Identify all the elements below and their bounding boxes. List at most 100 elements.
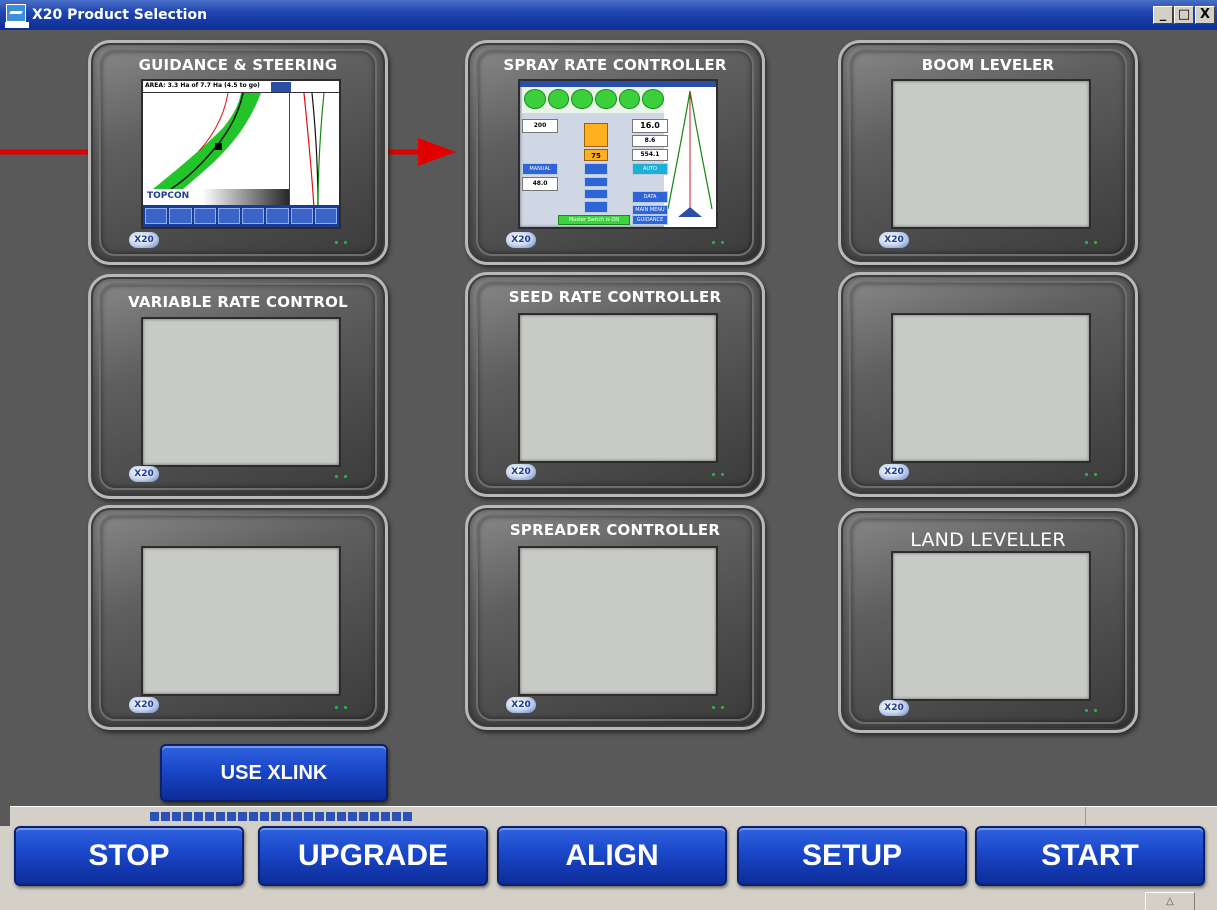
title-bar: X20 Product Selection _ □ X bbox=[0, 0, 1217, 30]
x20-badge: X20 bbox=[129, 466, 159, 482]
status-leds bbox=[712, 706, 724, 709]
progress-segment bbox=[260, 812, 269, 821]
progress-segment bbox=[271, 812, 280, 821]
rate-up-button bbox=[584, 163, 608, 175]
device-empty-slot-2[interactable]: X20 bbox=[88, 505, 388, 730]
progress-segment bbox=[227, 812, 236, 821]
applied-rate-readout: 75 bbox=[584, 149, 608, 161]
status-leds bbox=[335, 241, 347, 244]
device-screen bbox=[518, 546, 718, 696]
device-guidance-steering[interactable]: GUIDANCE & STEERING AREA: 3.3 Ha of 7.7 … bbox=[88, 40, 388, 265]
window-controls: _ □ X bbox=[1153, 6, 1215, 24]
progress-segment bbox=[183, 812, 192, 821]
device-boom-leveler[interactable]: BOOM LEVELER X20 bbox=[838, 40, 1138, 265]
boom-section-indicators bbox=[522, 87, 666, 113]
device-title: LAND LEVELLER bbox=[910, 529, 1066, 551]
x20-product-selection-window: X20 Product Selection _ □ X GUIDANCE & S… bbox=[0, 0, 1217, 910]
status-leds bbox=[1085, 473, 1097, 476]
spray-screen-preview: 200 16.0 8.6 75 554.1 MANUAL AUTO 48.0 D… bbox=[518, 79, 718, 229]
area-readout: AREA: 3.3 Ha of 7.7 Ha (4.5 to go) bbox=[145, 82, 260, 89]
progress-segment bbox=[348, 812, 357, 821]
device-title: BOOM LEVELER bbox=[921, 56, 1055, 74]
device-seed-rate-controller[interactable]: SEED RATE CONTROLLER X20 bbox=[465, 272, 765, 497]
auto-button: AUTO bbox=[632, 163, 668, 175]
speed-readout: 16.0 bbox=[632, 119, 668, 133]
x20-badge: X20 bbox=[506, 464, 536, 480]
progress-segment bbox=[315, 812, 324, 821]
progress-segment bbox=[392, 812, 401, 821]
value-b-readout: 8.6 bbox=[632, 135, 668, 147]
status-leds bbox=[335, 706, 347, 709]
progress-segment bbox=[216, 812, 225, 821]
x20-app-icon bbox=[4, 2, 30, 28]
x20-badge: X20 bbox=[129, 697, 159, 713]
device-spray-rate-controller[interactable]: SPRAY RATE CONTROLLER 200 16.0 8.6 75 55… bbox=[465, 40, 765, 265]
progress-segment bbox=[282, 812, 291, 821]
device-title: GUIDANCE & STEERING bbox=[138, 56, 338, 74]
close-button[interactable]: X bbox=[1195, 6, 1215, 24]
minimize-button[interactable]: _ bbox=[1153, 6, 1173, 24]
device-variable-rate-control[interactable]: VARIABLE RATE CONTROL X20 bbox=[88, 274, 388, 499]
main-menu-button: MAIN MENU bbox=[632, 205, 668, 215]
data-button: DATA bbox=[632, 191, 668, 203]
status-leds bbox=[1085, 709, 1097, 712]
setup-button[interactable]: SETUP bbox=[737, 826, 967, 886]
progress-segment bbox=[150, 812, 159, 821]
progress-segment bbox=[238, 812, 247, 821]
progress-segment bbox=[205, 812, 214, 821]
progress-segment bbox=[359, 812, 368, 821]
topcon-logo: TOPCON bbox=[147, 191, 190, 201]
device-title: VARIABLE RATE CONTROL bbox=[128, 293, 348, 311]
status-leds bbox=[1085, 241, 1097, 244]
use-xlink-button[interactable]: USE XLINK bbox=[160, 744, 388, 802]
progress-segment bbox=[172, 812, 181, 821]
device-spreader-controller[interactable]: SPREADER CONTROLLER X20 bbox=[465, 505, 765, 730]
device-screen bbox=[141, 546, 341, 696]
guidance-softkeys bbox=[143, 205, 339, 227]
device-empty-slot-1[interactable]: X20 bbox=[838, 272, 1138, 497]
status-leds bbox=[712, 473, 724, 476]
status-leds bbox=[712, 241, 724, 244]
guidance-screen-preview: AREA: 3.3 Ha of 7.7 Ha (4.5 to go) TOPCO… bbox=[141, 79, 341, 229]
target-rate-readout: 200 bbox=[522, 119, 558, 133]
progress-segment bbox=[194, 812, 203, 821]
guidance-map bbox=[143, 93, 291, 189]
status-strip bbox=[10, 806, 1217, 828]
window-title: X20 Product Selection bbox=[32, 7, 208, 23]
guidance-button: GUIDANCE bbox=[632, 215, 668, 225]
device-title: SPRAY RATE CONTROLLER bbox=[503, 56, 727, 74]
x20-badge: X20 bbox=[879, 464, 909, 480]
guidance-lightbar-view bbox=[289, 93, 339, 209]
align-button[interactable]: ALIGN bbox=[497, 826, 727, 886]
device-land-leveller[interactable]: LAND LEVELLER X20 bbox=[838, 508, 1138, 733]
progress-segment bbox=[304, 812, 313, 821]
spray-lightbar-view bbox=[664, 87, 716, 227]
device-title: SPREADER CONTROLLER bbox=[509, 521, 721, 539]
stop-button[interactable]: STOP bbox=[14, 826, 244, 886]
value-c-readout: 554.1 bbox=[632, 149, 668, 161]
device-screen bbox=[518, 313, 718, 463]
x20-badge: X20 bbox=[129, 232, 159, 248]
rate-gauge bbox=[584, 123, 608, 147]
start-button[interactable]: START bbox=[975, 826, 1205, 886]
progress-segment bbox=[403, 812, 412, 821]
device-title: SEED RATE CONTROLLER bbox=[508, 288, 722, 306]
progress-segment bbox=[293, 812, 302, 821]
chevron-up-icon[interactable]: △ bbox=[1145, 892, 1195, 910]
master-switch-indicator: Master Switch is ON bbox=[558, 215, 630, 225]
maximize-button[interactable]: □ bbox=[1174, 6, 1194, 24]
progress-segment bbox=[249, 812, 258, 821]
progress-segment bbox=[161, 812, 170, 821]
preset-2-button bbox=[584, 189, 608, 199]
progress-segment bbox=[337, 812, 346, 821]
device-screen bbox=[891, 551, 1091, 701]
progress-segment bbox=[381, 812, 390, 821]
upgrade-button[interactable]: UPGRADE bbox=[258, 826, 488, 886]
preset-1-button bbox=[584, 177, 608, 187]
x20-badge: X20 bbox=[506, 697, 536, 713]
device-screen bbox=[141, 317, 341, 467]
progress-segment bbox=[370, 812, 379, 821]
x20-badge: X20 bbox=[879, 700, 909, 716]
manual-button: MANUAL bbox=[522, 163, 558, 175]
x20-badge: X20 bbox=[879, 232, 909, 248]
